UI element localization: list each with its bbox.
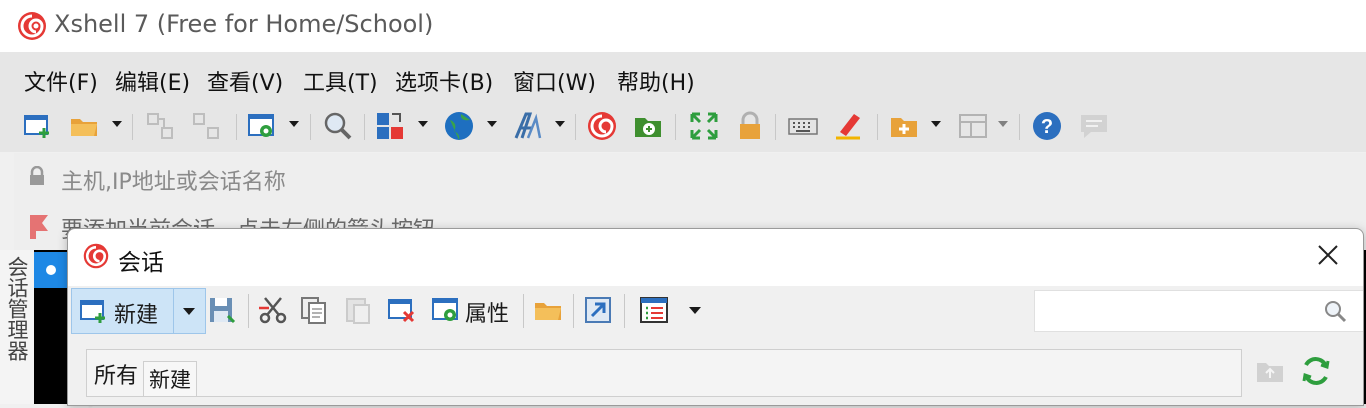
open-folder-icon[interactable] bbox=[532, 294, 564, 326]
new-button[interactable]: 新建 bbox=[71, 288, 206, 334]
menu-tools[interactable]: 工具(T) bbox=[303, 65, 378, 97]
dialog-body: 所有 新建 bbox=[68, 334, 1363, 405]
xshell-logo-icon bbox=[82, 242, 110, 270]
menu-file[interactable]: 文件(F) bbox=[24, 65, 98, 97]
toolbar-separator bbox=[236, 114, 237, 140]
xshell-logo-icon bbox=[16, 10, 48, 42]
path-label: 所有 bbox=[94, 364, 139, 389]
new-button-label: 新建 bbox=[114, 303, 159, 328]
properties-icon[interactable] bbox=[430, 294, 462, 326]
address-input[interactable]: 主机,IP地址或会话名称 bbox=[61, 164, 286, 196]
view-mode-icon[interactable] bbox=[638, 294, 670, 326]
connect-icon bbox=[144, 110, 176, 142]
toolbar-separator bbox=[624, 294, 625, 328]
globe-dropdown-icon[interactable] bbox=[487, 121, 497, 127]
transfer-icon[interactable] bbox=[374, 110, 406, 142]
main-toolbar: ? bbox=[0, 100, 1366, 152]
layout-icon bbox=[957, 110, 989, 142]
keyboard-icon[interactable] bbox=[787, 110, 819, 142]
address-bar[interactable]: 主机,IP地址或会话名称 bbox=[14, 153, 1366, 200]
toolbar-separator bbox=[1019, 114, 1020, 140]
title-bar: Xshell 7 (Free for Home/School) bbox=[0, 0, 1366, 52]
xshell-icon[interactable] bbox=[586, 110, 618, 142]
toolbar-separator bbox=[523, 294, 524, 328]
new-folder-icon[interactable] bbox=[888, 110, 920, 142]
path-bar[interactable]: 所有 bbox=[86, 349, 1242, 397]
properties-icon[interactable] bbox=[246, 110, 278, 142]
menu-view[interactable]: 查看(V) bbox=[207, 65, 283, 97]
highlight-icon[interactable] bbox=[832, 110, 864, 142]
toolbar-separator bbox=[310, 114, 311, 140]
search-icon[interactable] bbox=[1323, 299, 1347, 323]
font-icon[interactable] bbox=[512, 110, 544, 142]
transfer-dropdown-icon[interactable] bbox=[418, 121, 428, 127]
toolbar-separator bbox=[364, 114, 365, 140]
help-icon[interactable]: ? bbox=[1031, 110, 1063, 142]
shortcut-icon[interactable] bbox=[582, 294, 614, 326]
dialog-toolbar: 新建 属性 bbox=[68, 286, 1363, 334]
svg-text:?: ? bbox=[1041, 116, 1053, 138]
search-icon[interactable] bbox=[322, 110, 354, 142]
folder-up-icon bbox=[1255, 356, 1285, 386]
new-session-icon[interactable] bbox=[22, 110, 54, 142]
dialog-title: 会话 bbox=[118, 250, 164, 276]
tooltip-text: 新建 bbox=[149, 368, 191, 392]
toolbar-separator bbox=[775, 114, 776, 140]
menu-help[interactable]: 帮助(H) bbox=[617, 65, 695, 97]
refresh-icon[interactable] bbox=[1299, 354, 1333, 388]
save-session-icon[interactable] bbox=[206, 294, 238, 326]
paste-icon bbox=[342, 294, 374, 326]
session-search-input[interactable] bbox=[1034, 290, 1363, 332]
xftp-icon[interactable] bbox=[632, 110, 664, 142]
session-manager-panel[interactable]: 会话管理器 bbox=[0, 250, 35, 404]
font-dropdown-icon[interactable] bbox=[555, 121, 565, 127]
toolbar-separator bbox=[573, 294, 574, 328]
toolbar-separator bbox=[248, 294, 249, 328]
lock-icon[interactable] bbox=[734, 110, 766, 142]
menu-tabs[interactable]: 选项卡(B) bbox=[395, 65, 493, 97]
folder-dropdown-icon[interactable] bbox=[931, 121, 941, 127]
menu-edit[interactable]: 编辑(E) bbox=[115, 65, 190, 97]
view-dropdown-icon[interactable] bbox=[689, 307, 701, 314]
delete-icon[interactable] bbox=[386, 294, 418, 326]
toolbar-separator bbox=[132, 114, 133, 140]
open-dropdown-icon[interactable] bbox=[112, 121, 122, 127]
properties-dropdown-icon[interactable] bbox=[289, 121, 299, 127]
lock-icon bbox=[28, 165, 46, 186]
tab-status-dot bbox=[46, 265, 56, 275]
tooltip: 新建 bbox=[143, 361, 197, 397]
split-divider bbox=[173, 289, 174, 333]
new-dropdown-icon[interactable] bbox=[183, 308, 195, 315]
new-session-icon bbox=[78, 295, 110, 327]
menu-bar: 文件(F) 编辑(E) 查看(V) 工具(T) 选项卡(B) 窗口(W) 帮助(… bbox=[0, 52, 1366, 100]
session-manager-label[interactable]: 会话管理器 bbox=[4, 256, 30, 361]
disconnect-icon bbox=[190, 110, 222, 142]
menu-window[interactable]: 窗口(W) bbox=[513, 65, 596, 97]
open-folder-icon[interactable] bbox=[68, 110, 100, 142]
bookmark-arrow-icon[interactable] bbox=[28, 213, 54, 241]
toolbar-separator bbox=[675, 114, 676, 140]
toolbar-separator bbox=[877, 114, 878, 140]
close-icon[interactable] bbox=[1316, 243, 1340, 267]
fullscreen-icon[interactable] bbox=[688, 110, 720, 142]
window-title: Xshell 7 (Free for Home/School) bbox=[54, 10, 434, 38]
properties-button[interactable]: 属性 bbox=[465, 296, 509, 328]
toolbar-separator bbox=[575, 114, 576, 140]
layout-dropdown-icon bbox=[998, 121, 1008, 127]
globe-icon[interactable] bbox=[443, 110, 475, 142]
session-dialog: 会话 新建 属性 所有 新建 bbox=[67, 228, 1364, 406]
chat-icon bbox=[1078, 110, 1110, 142]
cut-icon[interactable] bbox=[257, 294, 289, 326]
copy-icon[interactable] bbox=[298, 294, 330, 326]
